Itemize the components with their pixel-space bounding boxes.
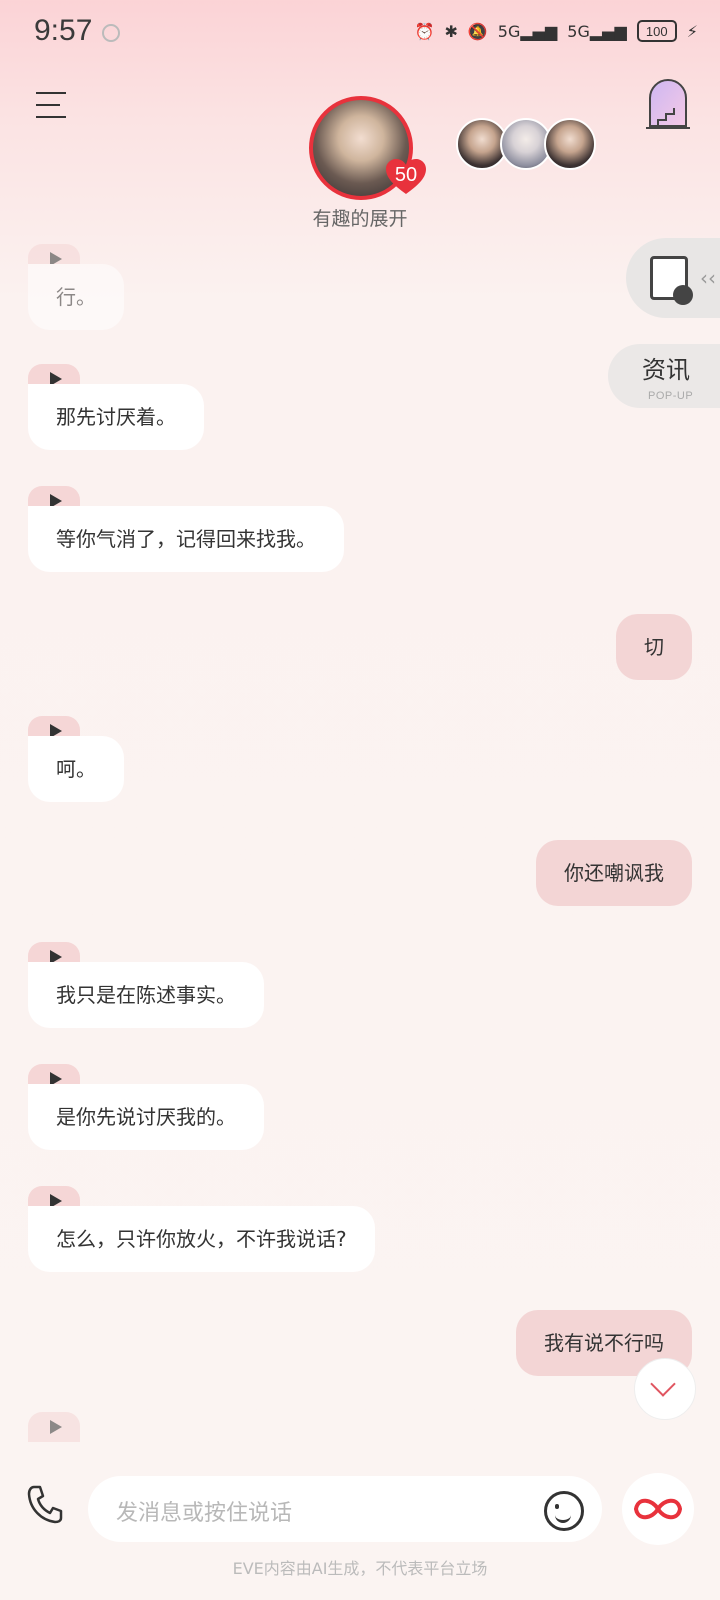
status-time: 9:57 [34,14,93,47]
character-name[interactable]: 有趣的展开 [260,204,460,231]
bluetooth-icon: ✱ [444,21,458,41]
message-bubble[interactable]: 那先讨厌着。 [28,384,204,450]
news-popup-button[interactable]: 资讯 POP-UP [608,344,720,408]
mini-avatar[interactable] [544,118,596,170]
notification-icon [102,24,120,42]
network-1-label: 5G [497,21,521,41]
message-bubble[interactable]: 等你气消了，记得回来找我。 [28,506,344,572]
task-panel-button[interactable]: ‹‹ [626,238,720,318]
menu-icon[interactable] [36,92,66,118]
status-icons: ⏰ ✱ 🔕 5G ▂▄▆ 5G ▂▄▆ 100 ⚡ [415,18,698,44]
document-check-icon [650,256,693,305]
emoji-icon[interactable] [544,1491,584,1531]
infinity-mode-button[interactable] [622,1473,694,1545]
ai-disclaimer: EVE内容由AI生成，不代表平台立场 [232,1559,488,1578]
message-bubble[interactable]: 呵。 [28,736,124,802]
charging-icon: ⚡ [686,21,698,41]
network-2-label: 5G [567,21,590,41]
user-message[interactable]: 切 [616,614,692,680]
message-input[interactable]: 发消息或按住说话 [88,1476,602,1542]
input-bar: 发消息或按住说话 [0,1466,720,1556]
play-voice-button[interactable] [28,1412,80,1442]
infinity-icon [633,1498,683,1520]
battery-icon: 100 [636,20,677,42]
alarm-icon: ⏰ [414,21,435,41]
portal-door-icon[interactable] [644,74,692,130]
status-bar: 9:57 ⏰ ✱ 🔕 5G ▂▄▆ 5G ▂▄▆ 100 ⚡ [0,0,720,66]
message-bubble[interactable]: 怎么，只许你放火，不许我说话? [28,1206,375,1272]
signal-1-icon: 5G ▂▄▆ [497,21,558,41]
news-label: 资讯 [642,356,690,384]
affection-level: 50 [394,164,418,186]
mute-icon: 🔕 [467,21,488,41]
user-message[interactable]: 你还嘲讽我 [536,840,692,906]
message-bubble[interactable]: 行。 [28,264,124,330]
affection-badge: 50 [384,158,428,196]
other-characters[interactable] [456,118,596,170]
phone-call-icon[interactable] [26,1484,64,1524]
signal-2-icon: 5G ▂▄▆ [567,21,627,41]
chevron-left-icon: ‹‹ [700,266,716,290]
message-input-placeholder: 发消息或按住说话 [116,1501,293,1526]
scroll-to-bottom-button[interactable] [634,1358,696,1420]
news-sublabel: POP-UP [648,390,694,402]
message-bubble[interactable]: 我只是在陈述事实。 [28,962,264,1028]
message-bubble[interactable]: 是你先说讨厌我的。 [28,1084,264,1150]
